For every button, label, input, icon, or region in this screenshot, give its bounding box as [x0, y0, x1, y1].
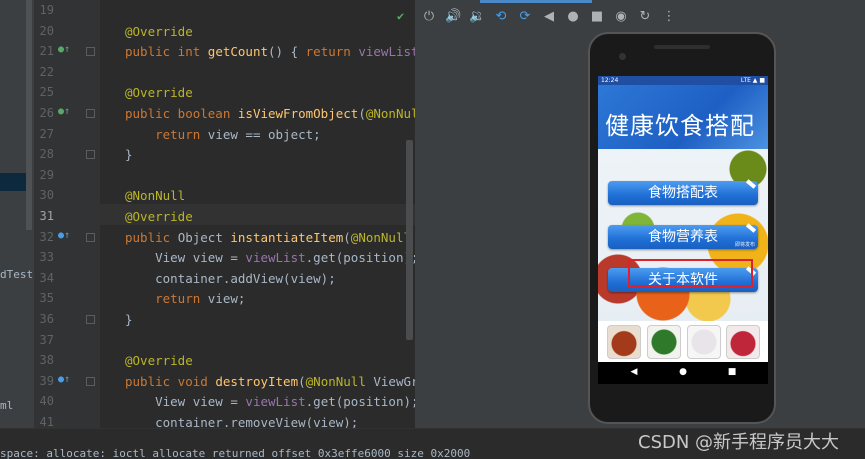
food-pairing-button[interactable]: 食物搭配表 — [608, 179, 758, 205]
inspection-ok-icon[interactable]: ✔ — [397, 9, 404, 23]
corner-ribbon — [745, 179, 757, 189]
back-icon[interactable]: ◀ — [541, 9, 557, 25]
phone-frame: 12:24 LTE ▲ ■ 健康饮食搭配 食物搭配表 食物营养表 即将发布 关于… — [588, 32, 776, 424]
fold-marker-icon[interactable] — [86, 376, 95, 386]
code-line[interactable]: public void destroyItem(@NonNull ViewGro… — [125, 374, 415, 389]
line-number: 30 — [39, 188, 54, 203]
line-number: 20 — [39, 23, 54, 38]
line-number: 27 — [39, 126, 54, 141]
code-line[interactable]: return view; — [125, 291, 245, 306]
editor-scrollbar[interactable] — [406, 140, 413, 340]
nav-home-icon[interactable]: ● — [677, 367, 689, 377]
garlic-thumbnail[interactable] — [687, 325, 721, 359]
emulator-toolbar: ⏻ 🔊 🔉 ⟲ ⟳ ◀ ● ■ ◉ ↻ ⋮ — [415, 0, 865, 34]
code-line[interactable]: @Override — [125, 24, 193, 39]
emulator-panel: ⏻ 🔊 🔉 ⟲ ⟳ ◀ ● ■ ◉ ↻ ⋮ 12:24 LTE ▲ ■ 健康饮食搭配 食物搭配表 食… — [415, 0, 865, 428]
code-line[interactable]: container.addView(view); — [125, 271, 336, 286]
line-number: 31 — [39, 209, 54, 223]
selected-row[interactable] — [0, 173, 26, 191]
code-line[interactable]: @Override — [125, 353, 193, 368]
code-editor[interactable]: @Override public int getCount() { return … — [100, 0, 415, 430]
home-icon[interactable]: ● — [565, 9, 581, 25]
power-icon[interactable]: ⏻ — [421, 9, 437, 25]
meat-dish-thumbnail[interactable] — [607, 325, 641, 359]
overview-icon[interactable]: ■ — [589, 9, 605, 25]
code-line[interactable]: View view = viewList.get(position); — [125, 250, 415, 265]
code-line[interactable]: View view = viewList.get(position); — [125, 394, 415, 409]
code-line[interactable]: @Override — [125, 209, 193, 224]
line-number: 33 — [39, 250, 54, 265]
line-number: 21 — [39, 44, 54, 59]
food-thumbnails — [598, 321, 768, 362]
rotate-right-icon[interactable]: ⟳ — [517, 9, 533, 25]
code-line[interactable]: @NonNull — [125, 188, 185, 203]
code-line[interactable]: public boolean isViewFromObject(@NonNull… — [125, 106, 415, 121]
code-line[interactable]: public int getCount() { return viewList.… — [125, 44, 415, 59]
volume-up-icon[interactable]: 🔊 — [445, 9, 461, 25]
nav-back-icon[interactable]: ◀ — [628, 367, 640, 377]
app-title: 健康饮食搭配 — [605, 112, 755, 140]
code-line[interactable]: } — [125, 147, 133, 162]
food-nutrition-button[interactable]: 食物营养表 即将发布 — [608, 223, 758, 249]
phone-speaker — [654, 45, 710, 49]
corner-ribbon — [745, 223, 757, 233]
override-marker-icon[interactable]: ●↑ — [58, 374, 70, 385]
nav-recents-icon[interactable]: ■ — [726, 367, 738, 377]
csdn-watermark: CSDN @新手程序员大大 — [638, 432, 840, 453]
line-number: 34 — [39, 270, 54, 285]
fold-marker-icon[interactable] — [86, 47, 95, 57]
line-number: 38 — [39, 353, 54, 368]
replay-icon[interactable]: ↻ — [637, 9, 653, 25]
fold-marker-icon[interactable] — [86, 232, 95, 242]
override-marker-icon[interactable]: ●↑ — [58, 106, 70, 117]
panel-scrollbar[interactable] — [26, 0, 32, 230]
fold-marker-icon[interactable] — [86, 150, 95, 160]
coming-soon-label: 即将发布 — [734, 242, 755, 248]
status-time: 12:24 — [601, 77, 619, 84]
project-panel-stub: dTest) ml — [0, 0, 40, 459]
line-number: 41 — [39, 415, 54, 429]
annotation-highlight-box — [628, 259, 753, 287]
volume-down-icon[interactable]: 🔉 — [469, 9, 485, 25]
override-marker-icon[interactable]: ●↑ — [58, 230, 70, 241]
line-number: 25 — [39, 85, 54, 100]
food-nutrition-label: 食物营养表 — [648, 229, 718, 245]
file-label[interactable]: ml — [0, 399, 13, 412]
line-number: 32 — [39, 229, 54, 244]
phone-camera — [619, 53, 626, 60]
status-bar: 12:24 LTE ▲ ■ — [598, 76, 768, 85]
food-pairing-label: 食物搭配表 — [648, 185, 718, 201]
line-number: 39 — [39, 373, 54, 388]
line-number: 28 — [39, 147, 54, 162]
console-log-line: space: allocate: ioctl allocate returned… — [0, 447, 471, 459]
line-number: 26 — [39, 106, 54, 120]
android-nav-bar: ◀ ● ■ — [598, 362, 768, 384]
fold-marker-icon[interactable] — [86, 109, 95, 118]
editor-gutter: 19 20 21 ●↑ 22 25 26 ●↑ 27 28 29 30 31 32 ●↑ 33 34 35 36 37… — [34, 0, 100, 430]
screenshot-icon[interactable]: ◉ — [613, 9, 629, 25]
line-number: 40 — [39, 394, 54, 409]
override-marker-icon[interactable]: ●↑ — [58, 44, 70, 55]
toolbar-active-indicator — [480, 0, 592, 3]
code-line[interactable]: } — [125, 312, 133, 327]
code-line[interactable]: return view == object; — [125, 127, 321, 142]
line-number: 36 — [39, 312, 54, 326]
more-icon[interactable]: ⋮ — [661, 9, 677, 25]
rotate-left-icon[interactable]: ⟲ — [493, 9, 509, 25]
code-line[interactable]: @Override — [125, 85, 193, 100]
spinach-thumbnail[interactable] — [647, 325, 681, 359]
phone-screen[interactable]: 12:24 LTE ▲ ■ 健康饮食搭配 食物搭配表 食物营养表 即将发布 关于… — [598, 76, 768, 362]
line-number: 22 — [39, 64, 54, 79]
line-number: 35 — [39, 291, 54, 306]
status-indicators: LTE ▲ ■ — [740, 77, 765, 84]
fold-marker-icon[interactable] — [86, 315, 95, 324]
line-number: 37 — [39, 332, 54, 347]
line-number: 29 — [39, 167, 54, 182]
app-banner: 健康饮食搭配 — [598, 85, 768, 149]
line-number: 19 — [39, 3, 54, 17]
code-line[interactable]: public Object instantiateItem(@NonNull V… — [125, 230, 415, 245]
beef-thumbnail[interactable] — [726, 325, 760, 359]
